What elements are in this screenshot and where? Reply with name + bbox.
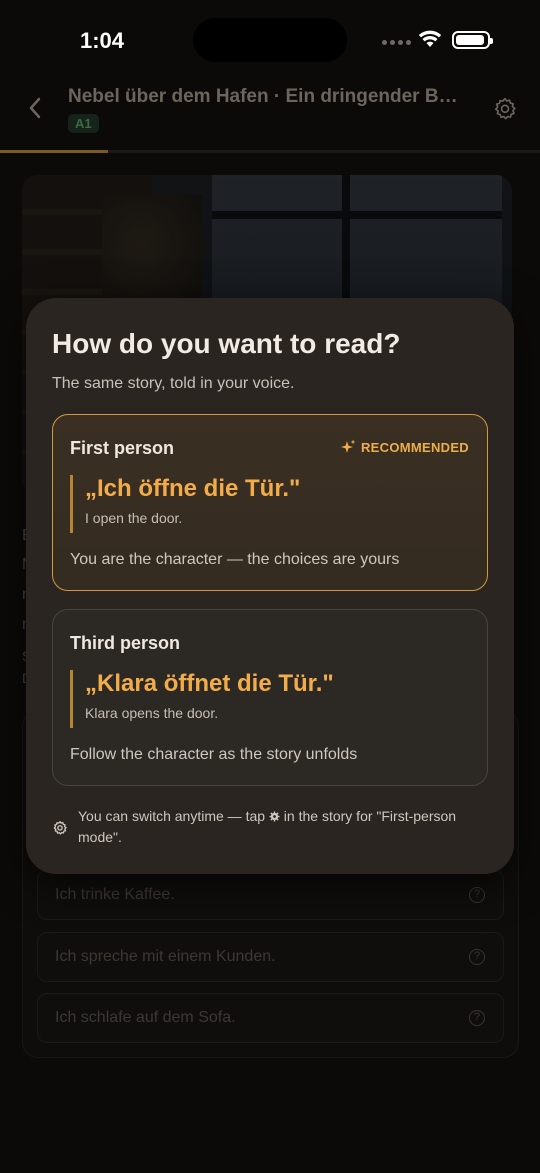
help-icon[interactable]: ? (469, 887, 485, 903)
gear-icon[interactable] (492, 96, 518, 122)
gear-icon (53, 821, 67, 835)
help-icon[interactable]: ? (469, 1010, 485, 1026)
level-badge: A1 (68, 114, 99, 133)
choice-option-label: Ich spreche mit einem Kunden. (55, 948, 276, 965)
choice-option-label: Ich trinke Kaffee. (55, 886, 175, 903)
switch-hint-before: You can switch anytime — tap (78, 808, 269, 824)
dynamic-island (193, 18, 347, 62)
sheet-title: How do you want to read? (52, 328, 401, 359)
first-person-option[interactable]: First person RECOMMENDED „Ich öffne die … (52, 414, 488, 591)
story-progress-bar (0, 150, 540, 153)
recommended-badge: RECOMMENDED (340, 439, 469, 455)
reading-mode-sheet: How do you want to read? The same story,… (26, 298, 514, 874)
story-title: Nebel über dem Hafen · Ein dringender Be… (68, 86, 468, 107)
wifi-icon (418, 30, 442, 47)
switch-hint: You can switch anytime — tap in the stor… (52, 806, 488, 848)
option-label: Third person (70, 633, 181, 653)
help-icon[interactable]: ? (469, 949, 485, 965)
quote-text: „Klara öffnet die Tür." (85, 670, 334, 697)
quote-translation: I open the door. (85, 510, 183, 526)
gear-icon (269, 811, 280, 822)
quote-text: „Ich öffne die Tür." (85, 475, 301, 502)
choice-option[interactable]: Ich schlafe auf dem Sofa. ? (37, 993, 504, 1043)
option-description: You are the character — the choices are … (70, 551, 400, 568)
sheet-subtitle: The same story, told in your voice. (52, 375, 295, 392)
option-description: Follow the character as the story unfold… (70, 746, 358, 763)
choice-option[interactable]: Ich trinke Kaffee. ? (37, 870, 504, 920)
choice-option[interactable]: Ich spreche mit einem Kunden. ? (37, 932, 504, 982)
sparkle-icon (340, 439, 356, 453)
battery-icon (452, 31, 493, 49)
quote-translation: Klara opens the door. (85, 705, 219, 721)
example-quote: „Klara öffnet die Tür." Klara opens the … (70, 670, 470, 728)
status-bar: 1:04 (0, 0, 540, 80)
option-label: First person (70, 438, 175, 458)
recommended-badge-label: RECOMMENDED (360, 439, 469, 455)
story-progress-fill (0, 150, 108, 153)
third-person-option[interactable]: Third person „Klara öffnet die Tür." Kla… (52, 609, 488, 786)
switch-hint-text: You can switch anytime — tap in the stor… (78, 806, 488, 848)
story-header: Nebel über dem Hafen · Ein dringender Be… (0, 80, 540, 150)
example-quote: „Ich öffne die Tür." I open the door. (70, 475, 470, 533)
signal-icon (382, 40, 411, 45)
choice-option-label: Ich schlafe auf dem Sofa. (55, 1009, 236, 1026)
status-time: 1:04 (80, 28, 125, 53)
back-icon[interactable] (24, 96, 48, 120)
